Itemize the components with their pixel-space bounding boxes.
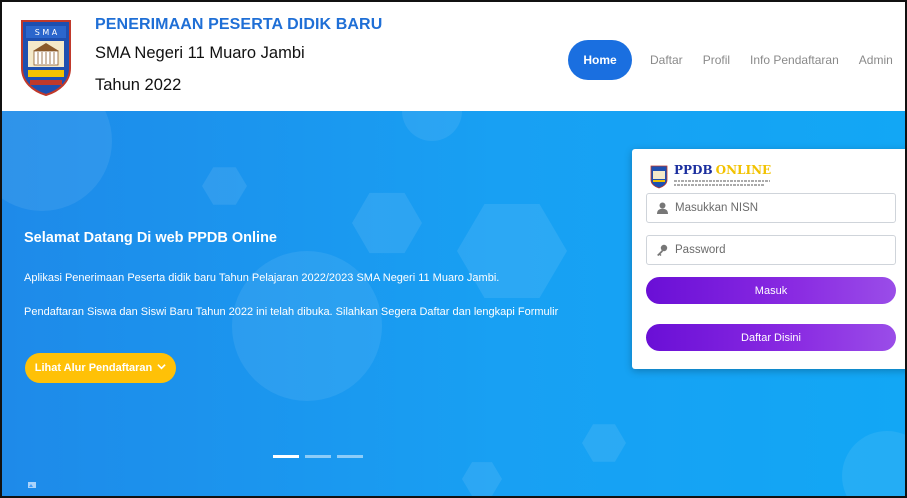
- nav-profil-link[interactable]: Profil: [703, 53, 730, 67]
- admission-year: Tahun 2022: [95, 76, 182, 94]
- nav-admin-link[interactable]: Admin: [859, 53, 893, 67]
- user-icon: [655, 201, 669, 215]
- carousel-indicator-3[interactable]: [337, 455, 363, 458]
- chevron-down-icon: [157, 362, 166, 374]
- nav-daftar-link[interactable]: Daftar: [650, 53, 683, 67]
- nav-home-button[interactable]: Home: [568, 40, 632, 80]
- hero-title: Selamat Datang Di web PPDB Online: [24, 230, 277, 246]
- site-header: S M A PENERIMAAN PESERTA DIDIK BARU SMA …: [2, 2, 905, 111]
- cta-label: Lihat Alur Pendaftaran: [34, 362, 153, 374]
- register-button[interactable]: Daftar Disini: [646, 324, 896, 351]
- decor-circle: [842, 431, 905, 496]
- nisn-placeholder: Masukkan NISN: [675, 202, 759, 214]
- svg-text:S M A: S M A: [35, 28, 58, 37]
- decor-hexagon: [457, 204, 567, 298]
- ppdb-tagline-scribble: [674, 179, 784, 188]
- decor-hexagon: [352, 192, 422, 254]
- ppdb-wordmark: PPDB ONLINE: [674, 163, 772, 177]
- school-crest-logo: S M A: [21, 20, 71, 96]
- login-button[interactable]: Masuk: [646, 277, 896, 304]
- password-placeholder: Password: [675, 244, 726, 256]
- decor-hexagon: [202, 167, 247, 205]
- hero-description: Aplikasi Penerimaan Peserta didik baru T…: [24, 272, 500, 284]
- carousel-indicator-1[interactable]: [273, 455, 299, 458]
- site-title: PENERIMAAN PESERTA DIDIK BARU: [95, 16, 383, 33]
- login-card: PPDB ONLINE Masukkan NISN Password Masuk …: [632, 149, 905, 369]
- key-icon: [655, 243, 669, 257]
- small-image-icon: [28, 481, 36, 490]
- decor-circle: [402, 111, 462, 141]
- school-name: SMA Negeri 11 Muaro Jambi: [95, 44, 305, 62]
- decor-circle: [2, 111, 112, 211]
- nav-info-pendaftaran-link[interactable]: Info Pendaftaran: [750, 53, 839, 67]
- decor-hexagon: [462, 462, 502, 496]
- main-nav: Home Daftar Profil Info Pendaftaran Admi…: [568, 40, 893, 80]
- school-crest-icon: [650, 165, 668, 189]
- password-input[interactable]: Password: [646, 235, 896, 265]
- view-registration-flow-button[interactable]: Lihat Alur Pendaftaran: [25, 353, 176, 383]
- nisn-input[interactable]: Masukkan NISN: [646, 193, 896, 223]
- carousel-indicator-2[interactable]: [305, 455, 331, 458]
- page-frame: S M A PENERIMAAN PESERTA DIDIK BARU SMA …: [0, 0, 907, 498]
- ppdb-online-logo: PPDB ONLINE: [650, 163, 775, 191]
- decor-hexagon: [582, 424, 626, 462]
- hero-notice: Pendaftaran Siswa dan Siswi Baru Tahun 2…: [24, 306, 559, 318]
- carousel-indicators: [273, 455, 363, 458]
